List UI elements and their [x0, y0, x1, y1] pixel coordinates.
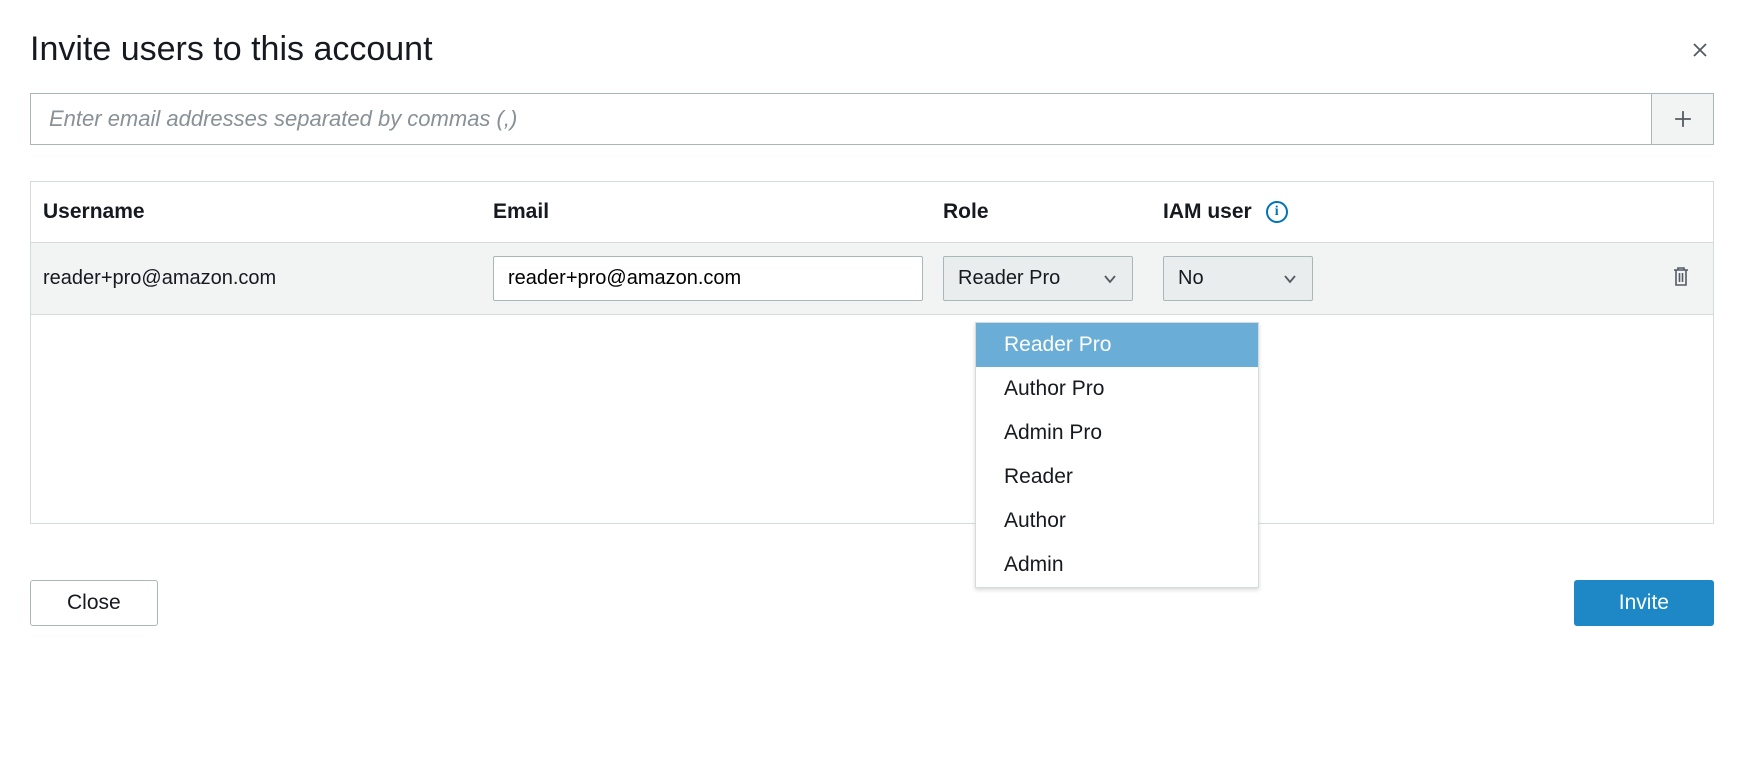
users-table: Username Email Role IAM user i reader+pr… — [30, 181, 1714, 524]
cell-username: reader+pro@amazon.com — [43, 267, 493, 290]
table-row: reader+pro@amazon.com Reader Pro No — [31, 243, 1713, 315]
cell-actions — [1343, 265, 1701, 293]
column-email: Email — [493, 200, 943, 224]
role-dropdown: Reader Pro Author Pro Admin Pro Reader A… — [975, 322, 1259, 588]
dialog-footer: Close Invite — [30, 580, 1714, 626]
delete-row-button[interactable] — [1671, 265, 1691, 293]
role-option-author[interactable]: Author — [976, 499, 1258, 543]
email-field[interactable] — [493, 256, 923, 301]
role-select-value: Reader Pro — [958, 267, 1060, 290]
iam-select[interactable]: No — [1163, 256, 1313, 301]
role-option-admin-pro[interactable]: Admin Pro — [976, 411, 1258, 455]
dialog-header: Invite users to this account — [30, 30, 1714, 69]
table-empty-space — [31, 315, 1713, 523]
role-option-admin[interactable]: Admin — [976, 543, 1258, 587]
column-actions — [1343, 200, 1701, 224]
add-email-button[interactable] — [1651, 94, 1713, 144]
table-header: Username Email Role IAM user i — [31, 182, 1713, 243]
close-icon[interactable] — [1686, 36, 1714, 64]
invite-button[interactable]: Invite — [1574, 580, 1714, 626]
column-role: Role — [943, 200, 1163, 224]
chevron-down-icon — [1102, 271, 1118, 287]
iam-select-value: No — [1178, 267, 1204, 290]
role-select[interactable]: Reader Pro — [943, 256, 1133, 301]
cell-email — [493, 256, 943, 301]
column-username: Username — [43, 200, 493, 224]
column-iam: IAM user i — [1163, 200, 1343, 224]
cell-iam: No — [1163, 256, 1343, 301]
close-button[interactable]: Close — [30, 580, 158, 626]
role-option-reader-pro[interactable]: Reader Pro — [976, 323, 1258, 367]
dialog-title: Invite users to this account — [30, 30, 433, 69]
cell-role: Reader Pro — [943, 256, 1163, 301]
column-iam-label: IAM user — [1163, 200, 1252, 224]
chevron-down-icon — [1282, 271, 1298, 287]
info-icon[interactable]: i — [1266, 201, 1288, 223]
role-option-reader[interactable]: Reader — [976, 455, 1258, 499]
email-input[interactable] — [31, 94, 1651, 144]
email-bar — [30, 93, 1714, 145]
role-option-author-pro[interactable]: Author Pro — [976, 367, 1258, 411]
